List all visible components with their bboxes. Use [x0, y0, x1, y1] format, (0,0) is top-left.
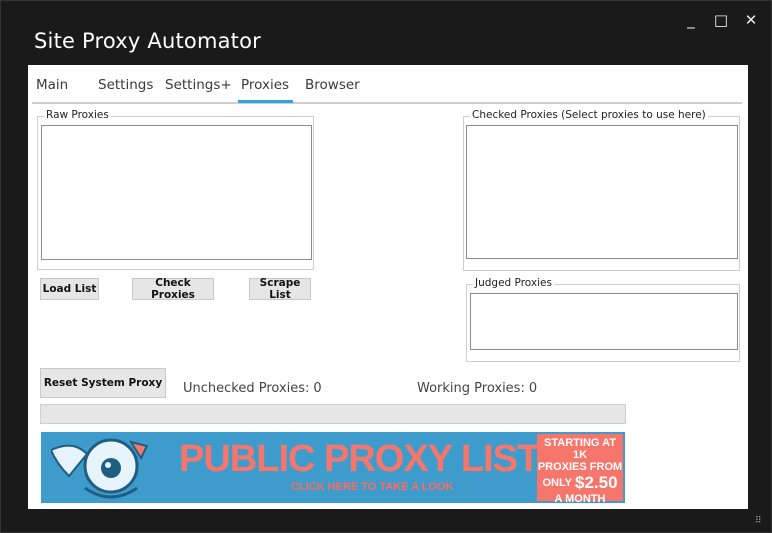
content-panel: Main Settings Settings+ Proxies Browser …: [28, 65, 748, 509]
reset-system-proxy-button[interactable]: Reset System Proxy: [40, 368, 166, 398]
check-proxies-button[interactable]: Check Proxies: [132, 277, 214, 301]
promo-only: ONLY: [542, 477, 572, 489]
progress-bar: [40, 404, 626, 424]
unchecked-proxies-count: 0: [313, 381, 322, 396]
promo-line-3: ONLY $2.50: [537, 473, 623, 493]
close-button[interactable]: ✕: [741, 11, 761, 29]
banner-headline: PUBLIC PROXY LISTS: [179, 438, 565, 480]
promo-price: $2.50: [575, 473, 618, 492]
resize-grip-icon[interactable]: ⠿: [755, 516, 767, 528]
tab-browser[interactable]: Browser: [305, 77, 360, 93]
load-list-button[interactable]: Load List: [40, 278, 99, 300]
maximize-button[interactable]: □: [711, 11, 731, 29]
working-proxies-label: Working Proxies:: [417, 381, 525, 396]
tab-settings-plus[interactable]: Settings+: [165, 77, 232, 93]
promo-line-4: A MONTH: [554, 493, 606, 503]
raw-proxies-group: Raw Proxies: [37, 109, 314, 270]
banner-promo: STARTING AT 1K PROXIES FROM ONLY $2.50 A…: [537, 434, 623, 503]
raw-proxies-label: Raw Proxies: [44, 109, 111, 121]
judged-proxies-group: Judged Proxies: [466, 277, 740, 362]
checked-proxies-group: Checked Proxies (Select proxies to use h…: [463, 109, 740, 271]
tab-proxies[interactable]: Proxies: [241, 77, 289, 93]
working-proxies-stat: Working Proxies: 0: [417, 381, 537, 396]
window-controls: _ □ ✕: [681, 11, 761, 29]
ad-banner[interactable]: PUBLIC PROXY LISTS CLICK HERE TO TAKE A …: [41, 432, 625, 503]
working-proxies-count: 0: [528, 381, 538, 396]
window-title: Site Proxy Automator: [34, 29, 261, 53]
minimize-button[interactable]: _: [681, 11, 701, 29]
scrape-list-button[interactable]: Scrape List: [249, 277, 311, 301]
checked-proxies-list[interactable]: [466, 125, 738, 259]
tab-separator: [32, 102, 742, 104]
app-window: Site Proxy Automator _ □ ✕ Main Settings…: [0, 0, 772, 533]
unchecked-proxies-stat: Unchecked Proxies: 0: [183, 381, 322, 396]
banner-cta: CLICK HERE TO TAKE A LOOK: [291, 481, 454, 493]
promo-line-1: STARTING AT 1K: [544, 437, 616, 461]
unchecked-proxies-label: Unchecked Proxies:: [183, 381, 310, 396]
judged-proxies-list[interactable]: [470, 293, 738, 350]
promo-line-2: PROXIES FROM: [537, 461, 623, 473]
tab-main[interactable]: Main: [36, 77, 68, 93]
tab-bar: Main Settings Settings+ Proxies Browser: [28, 65, 748, 104]
proxy-mascot-icon: [51, 438, 149, 499]
judged-proxies-label: Judged Proxies: [473, 277, 554, 289]
selected-tab-indicator: [238, 100, 293, 103]
tab-settings[interactable]: Settings: [98, 77, 153, 93]
checked-proxies-label: Checked Proxies (Select proxies to use h…: [470, 109, 708, 121]
raw-proxies-list[interactable]: [41, 125, 312, 260]
